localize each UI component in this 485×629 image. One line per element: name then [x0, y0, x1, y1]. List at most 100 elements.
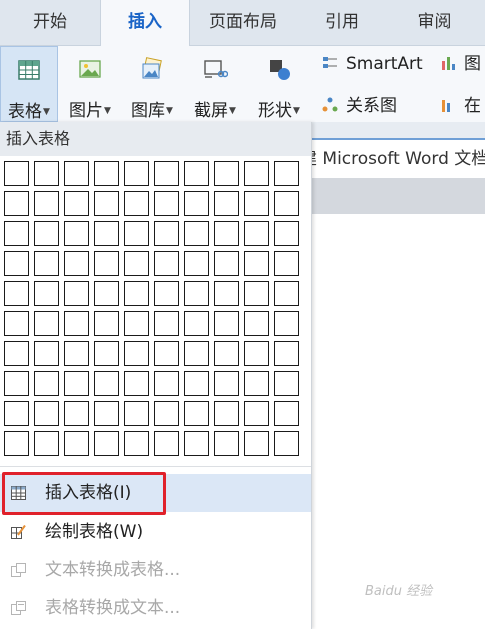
grid-cell[interactable]	[214, 251, 239, 276]
grid-cell[interactable]	[34, 191, 59, 216]
grid-cell[interactable]	[34, 341, 59, 366]
table-button[interactable]: 表格▼	[0, 46, 58, 122]
grid-cell[interactable]	[154, 431, 179, 456]
grid-cell[interactable]	[124, 371, 149, 396]
grid-cell[interactable]	[184, 191, 209, 216]
grid-cell[interactable]	[34, 251, 59, 276]
grid-cell[interactable]	[154, 311, 179, 336]
grid-cell[interactable]	[244, 371, 269, 396]
grid-cell[interactable]	[94, 161, 119, 186]
screenshot-button[interactable]: 截屏▼	[186, 46, 244, 122]
grid-cell[interactable]	[94, 431, 119, 456]
grid-cell[interactable]	[214, 431, 239, 456]
grid-cell[interactable]	[184, 251, 209, 276]
grid-cell[interactable]	[4, 191, 29, 216]
grid-cell[interactable]	[124, 311, 149, 336]
grid-cell[interactable]	[4, 221, 29, 246]
grid-cell[interactable]	[154, 341, 179, 366]
grid-cell[interactable]	[274, 221, 299, 246]
grid-cell[interactable]	[184, 431, 209, 456]
grid-cell[interactable]	[94, 371, 119, 396]
document-page[interactable]	[300, 214, 485, 629]
grid-cell[interactable]	[244, 221, 269, 246]
grid-cell[interactable]	[154, 161, 179, 186]
grid-cell[interactable]	[274, 311, 299, 336]
document-tab[interactable]: 建 Microsoft Word 文档	[300, 138, 485, 178]
tab-insert[interactable]: 插入	[100, 0, 190, 46]
grid-cell[interactable]	[124, 281, 149, 306]
grid-cell[interactable]	[124, 401, 149, 426]
grid-cell[interactable]	[4, 251, 29, 276]
grid-cell[interactable]	[274, 371, 299, 396]
grid-cell[interactable]	[214, 311, 239, 336]
grid-cell[interactable]	[154, 401, 179, 426]
grid-cell[interactable]	[34, 431, 59, 456]
grid-cell[interactable]	[274, 161, 299, 186]
grid-cell[interactable]	[124, 341, 149, 366]
grid-cell[interactable]	[244, 191, 269, 216]
table-to-text-menu-item[interactable]: 表格转换成文本...	[0, 589, 311, 627]
grid-cell[interactable]	[64, 221, 89, 246]
grid-cell[interactable]	[94, 221, 119, 246]
grid-cell[interactable]	[154, 191, 179, 216]
grid-cell[interactable]	[154, 221, 179, 246]
shapes-button[interactable]: 形状▼	[250, 46, 308, 122]
grid-cell[interactable]	[184, 371, 209, 396]
grid-cell[interactable]	[184, 221, 209, 246]
grid-cell[interactable]	[64, 251, 89, 276]
grid-cell[interactable]	[124, 191, 149, 216]
grid-cell[interactable]	[244, 281, 269, 306]
grid-cell[interactable]	[64, 281, 89, 306]
grid-cell[interactable]	[64, 431, 89, 456]
grid-cell[interactable]	[94, 251, 119, 276]
grid-cell[interactable]	[214, 281, 239, 306]
grid-cell[interactable]	[64, 191, 89, 216]
grid-cell[interactable]	[274, 191, 299, 216]
grid-cell[interactable]	[244, 161, 269, 186]
grid-cell[interactable]	[4, 401, 29, 426]
grid-cell[interactable]	[274, 401, 299, 426]
grid-cell[interactable]	[244, 251, 269, 276]
tab-page-layout[interactable]: 页面布局	[189, 0, 297, 45]
grid-cell[interactable]	[34, 281, 59, 306]
grid-cell[interactable]	[64, 371, 89, 396]
chart-button[interactable]: 图	[440, 52, 481, 76]
grid-cell[interactable]	[184, 311, 209, 336]
grid-cell[interactable]	[4, 311, 29, 336]
tab-home[interactable]: 开始	[0, 0, 100, 45]
smartart-button[interactable]: SmartArt	[322, 52, 423, 76]
grid-cell[interactable]	[214, 341, 239, 366]
grid-cell[interactable]	[214, 401, 239, 426]
grid-cell[interactable]	[34, 401, 59, 426]
grid-cell[interactable]	[34, 311, 59, 336]
grid-cell[interactable]	[124, 161, 149, 186]
grid-cell[interactable]	[64, 161, 89, 186]
grid-cell[interactable]	[94, 311, 119, 336]
grid-cell[interactable]	[274, 281, 299, 306]
grid-cell[interactable]	[244, 431, 269, 456]
online-button[interactable]: 在	[440, 94, 481, 118]
grid-cell[interactable]	[244, 401, 269, 426]
grid-cell[interactable]	[214, 221, 239, 246]
grid-cell[interactable]	[94, 401, 119, 426]
grid-cell[interactable]	[64, 311, 89, 336]
draw-table-menu-item[interactable]: 绘制表格(W)	[0, 513, 311, 551]
gallery-button[interactable]: 图库▼	[124, 46, 180, 122]
grid-cell[interactable]	[184, 161, 209, 186]
grid-cell[interactable]	[4, 431, 29, 456]
grid-cell[interactable]	[184, 401, 209, 426]
grid-cell[interactable]	[4, 371, 29, 396]
grid-cell[interactable]	[124, 221, 149, 246]
grid-cell[interactable]	[4, 341, 29, 366]
grid-cell[interactable]	[154, 281, 179, 306]
grid-cell[interactable]	[94, 281, 119, 306]
grid-cell[interactable]	[274, 251, 299, 276]
grid-cell[interactable]	[4, 161, 29, 186]
grid-cell[interactable]	[64, 401, 89, 426]
tab-references[interactable]: 引用	[297, 0, 387, 45]
grid-cell[interactable]	[154, 371, 179, 396]
grid-cell[interactable]	[34, 221, 59, 246]
grid-cell[interactable]	[34, 161, 59, 186]
grid-cell[interactable]	[4, 281, 29, 306]
grid-cell[interactable]	[124, 431, 149, 456]
